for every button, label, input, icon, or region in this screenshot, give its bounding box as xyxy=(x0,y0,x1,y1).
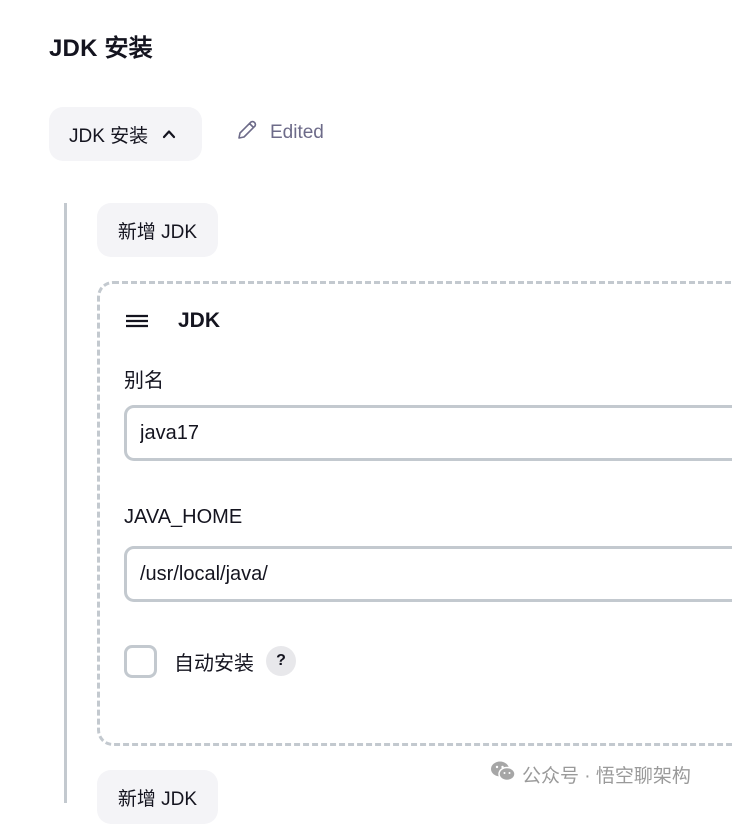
add-jdk-button-bottom[interactable]: 新增 JDK xyxy=(97,770,218,824)
name-label: 别名 xyxy=(124,370,164,392)
section-toggle-button[interactable]: JDK 安装 xyxy=(49,107,202,161)
drag-handle-icon[interactable] xyxy=(124,311,150,331)
auto-install-checkbox[interactable] xyxy=(124,644,157,678)
add-jdk-button[interactable]: 新增 JDK xyxy=(97,203,218,257)
chevron-up-icon xyxy=(160,125,178,143)
watermark-text: 公众号 · 悟空聊架构 xyxy=(522,765,691,787)
watermark: 公众号 · 悟空聊架构 xyxy=(490,760,691,788)
edited-indicator: Edited xyxy=(236,118,324,148)
page-title: JDK 安装 xyxy=(49,35,153,62)
auto-install-row: 自动安装 ? xyxy=(124,644,296,678)
java-home-label: JAVA_HOME xyxy=(124,506,243,528)
pencil-icon xyxy=(236,119,270,147)
name-input[interactable] xyxy=(124,405,732,461)
java-home-input[interactable] xyxy=(124,546,732,602)
edited-label: Edited xyxy=(270,122,324,143)
auto-install-label[interactable]: 自动安装 xyxy=(174,647,254,676)
help-icon[interactable]: ? xyxy=(266,646,296,676)
jdk-item-title: JDK xyxy=(178,309,221,332)
jdk-item-header: JDK xyxy=(124,306,220,336)
section-indent-line xyxy=(64,203,67,803)
wechat-icon xyxy=(490,760,522,788)
section-toggle-label: JDK 安装 xyxy=(69,125,149,147)
